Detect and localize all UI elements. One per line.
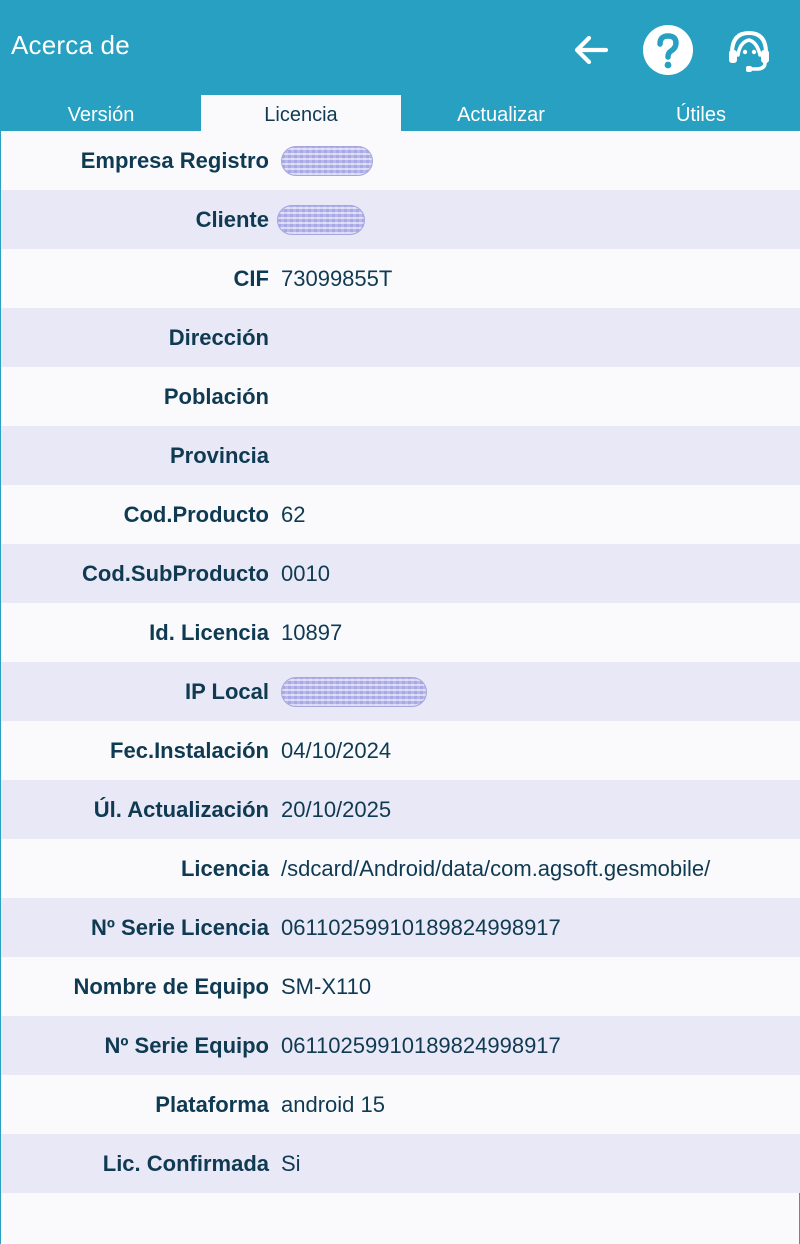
row-direccion: Dirección	[1, 308, 800, 367]
row-label: Provincia	[169, 442, 269, 468]
row-id-licencia: Id. Licencia 10897	[1, 603, 800, 662]
tab-actualizar[interactable]: Actualizar	[401, 95, 601, 135]
row-value	[271, 145, 373, 176]
row-value: SM-X110	[281, 973, 372, 999]
row-value: 62	[281, 501, 306, 527]
row-label: Empresa Registro	[80, 147, 269, 173]
row-value: 20/10/2025	[281, 796, 392, 822]
row-value: 0010	[281, 560, 330, 586]
row-label: Nombre de Equipo	[73, 973, 269, 999]
row-value: 04/10/2024	[281, 737, 392, 763]
row-plataforma: Plataforma android 15	[1, 1075, 800, 1134]
tab-licencia[interactable]: Licencia	[201, 95, 401, 135]
row-label: Nº Serie Equipo	[104, 1032, 269, 1058]
row-ip-local: IP Local	[1, 662, 800, 721]
row-provincia: Provincia	[1, 426, 800, 485]
row-value: 73099855T	[281, 265, 393, 291]
license-info-list: Empresa Registro Cliente CIF 73099855T D…	[1, 131, 800, 1193]
row-value: 06110259910189824998917	[281, 1032, 561, 1058]
row-cliente: Cliente	[1, 190, 800, 249]
row-ultima-actualizacion: Úl. Actualización 20/10/2025	[1, 780, 800, 839]
tab-version[interactable]: Versión	[1, 95, 201, 135]
row-label: Cod.SubProducto	[82, 560, 269, 586]
row-label: IP Local	[185, 678, 269, 704]
app-bar: Acerca de	[1, 0, 800, 95]
redacted-value	[281, 676, 427, 707]
tab-bar: Versión Licencia Actualizar Útiles	[1, 95, 800, 135]
support-agent-icon	[729, 30, 769, 72]
row-licencia-path: Licencia /sdcard/Android/data/com.agsoft…	[1, 839, 800, 898]
row-label: Dirección	[168, 324, 269, 350]
row-poblacion: Población	[1, 367, 800, 426]
redacted-value	[281, 145, 373, 176]
row-label: Licencia	[180, 855, 269, 881]
row-label: Fec.Instalación	[110, 737, 269, 763]
row-cod-subproducto: Cod.SubProducto 0010	[1, 544, 800, 603]
row-value	[271, 204, 365, 235]
row-label: Lic. Confirmada	[102, 1150, 269, 1176]
tab-utiles[interactable]: Útiles	[601, 95, 800, 135]
row-nombre-equipo: Nombre de Equipo SM-X110	[1, 957, 800, 1016]
row-value: 10897	[281, 619, 343, 645]
row-label: Plataforma	[155, 1091, 269, 1117]
support-button[interactable]	[723, 24, 775, 76]
row-label: Población	[163, 383, 269, 409]
row-fec-instalacion: Fec.Instalación 04/10/2024	[1, 721, 800, 780]
row-cif: CIF 73099855T	[1, 249, 800, 308]
row-label: Id. Licencia	[149, 619, 269, 645]
app-root: Acerca de Versión Licencia Actualizar Út…	[0, 0, 800, 1244]
row-value: 06110259910189824998917	[281, 914, 561, 940]
row-label: CIF	[233, 265, 269, 291]
row-label: Cod.Producto	[123, 501, 269, 527]
redacted-value	[277, 204, 365, 235]
row-value: Si	[281, 1150, 301, 1176]
row-value: android 15	[281, 1091, 385, 1117]
arrow-back-icon	[574, 35, 609, 65]
row-lic-confirmada: Lic. Confirmada Si	[1, 1134, 800, 1193]
row-label: Nº Serie Licencia	[90, 914, 269, 940]
page-title: Acerca de	[11, 30, 130, 60]
row-serie-licencia: Nº Serie Licencia 0611025991018982499891…	[1, 898, 800, 957]
back-button[interactable]	[564, 24, 616, 76]
help-button[interactable]	[642, 24, 694, 76]
row-value	[271, 676, 427, 707]
row-empresa-registro: Empresa Registro	[1, 131, 800, 190]
row-label: Úl. Actualización	[93, 796, 269, 822]
help-icon	[643, 25, 693, 75]
row-label: Cliente	[195, 206, 269, 232]
row-serie-equipo: Nº Serie Equipo 06110259910189824998917	[1, 1016, 800, 1075]
row-value: /sdcard/Android/data/com.agsoft.gesmobil…	[281, 855, 711, 881]
row-cod-producto: Cod.Producto 62	[1, 485, 800, 544]
